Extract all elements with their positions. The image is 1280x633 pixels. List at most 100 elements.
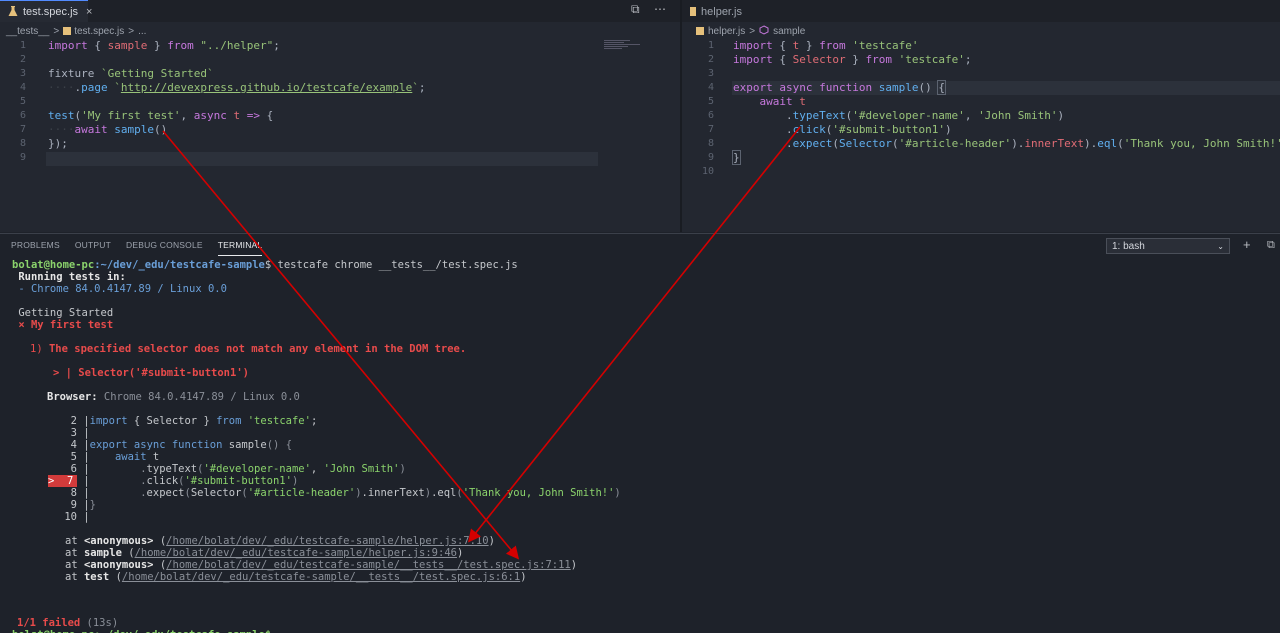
chevron-down-icon: ⌄ (1217, 241, 1224, 251)
code-line-number: 10 (64, 511, 77, 523)
line-number: 6 (19, 110, 26, 121)
line-number: 7 (19, 124, 26, 135)
breadcrumb-folder[interactable]: __tests__ (6, 26, 49, 37)
tab-terminal[interactable]: TERMINAL (217, 234, 263, 256)
tab-debug-console[interactable]: DEBUG CONSOLE (126, 234, 203, 256)
terminal-select[interactable]: 1: bash ⌄ (1106, 238, 1230, 254)
cube-symbol-icon (759, 24, 769, 38)
code-line: fixture `Getting Started` (48, 67, 214, 80)
code-line-number: 6 (70, 463, 77, 475)
stack-link[interactable]: /home/bolat/dev/_edu/testcafe-sample/hel… (166, 535, 488, 547)
error-number: 1) (30, 343, 49, 355)
current-line-highlight (46, 152, 598, 166)
terminal-select-value: 1: bash (1112, 240, 1145, 252)
tab-label: test.spec.js (23, 5, 79, 18)
line-number: 9 (19, 152, 26, 163)
stack-frame: at sample (/home/bolat/dev/_edu/testcafe… (65, 547, 464, 559)
running-label: Running tests in: (12, 271, 126, 283)
code-line: .typeText('#developer-name', 'John Smith… (733, 109, 1065, 122)
split-terminal-icon[interactable]: ⧉ (1267, 239, 1275, 252)
stack-link[interactable]: /home/bolat/dev/_edu/testcafe-sample/hel… (135, 547, 457, 559)
code-line: import { Selector } from 'testcafe'; (733, 53, 972, 66)
code-line: await t (759, 95, 806, 108)
split-editor-icon[interactable]: ⧉ (631, 2, 640, 17)
line-number: 5 (707, 96, 714, 107)
line-number: 4 (707, 82, 714, 93)
left-tab-bar: test.spec.js × ⧉ ⋯ (0, 0, 680, 22)
prompt-user: bolat@home-pc (12, 259, 95, 271)
breadcrumb-symbol[interactable]: ... (138, 26, 146, 37)
breadcrumb-sep: > (128, 25, 135, 37)
code-line-number: 9 (70, 499, 77, 511)
breadcrumb-sep: > (53, 25, 60, 37)
line-number: 2 (707, 54, 714, 65)
right-tab-bar: helper.js (682, 0, 1280, 22)
flask-file-icon (8, 6, 18, 17)
code-line-number: 5 (70, 451, 77, 463)
more-actions-icon[interactable]: ⋯ (654, 2, 666, 16)
browser-value: Chrome 84.0.4147.89 / Linux 0.0 (97, 391, 300, 403)
tab-problems[interactable]: PROBLEMS (11, 234, 60, 256)
add-terminal-icon[interactable]: + (1243, 237, 1251, 252)
line-number: 3 (19, 68, 26, 79)
line-number: 8 (19, 138, 26, 149)
minimap[interactable] (604, 40, 644, 54)
code-line: ····.page `http://devexpress.github.io/t… (48, 81, 426, 94)
code-line: .click('#submit-button1') (733, 123, 952, 136)
line-number: 1 (19, 40, 26, 51)
breadcrumb-file[interactable]: helper.js (708, 26, 745, 37)
stack-frame: at <anonymous> (/home/bolat/dev/_edu/tes… (65, 535, 495, 547)
failed-test: × My first test (12, 319, 114, 331)
code-line: import { t } from 'testcafe' (733, 39, 919, 52)
tab-test-spec-js[interactable]: test.spec.js × (0, 0, 92, 22)
code-line-number: 8 (70, 487, 77, 499)
line-number: 2 (19, 54, 26, 65)
last-prompt: bolat@home-pc:~/dev/_edu/testcafe-sample… (12, 629, 278, 633)
line-number: 10 (701, 166, 714, 177)
tab-helper-js[interactable]: helper.js (682, 0, 750, 22)
breadcrumb: helper.js > sample (696, 24, 809, 38)
browser-label: Browser: (47, 391, 98, 403)
code-line: export async function sample() { (733, 80, 946, 95)
breadcrumb: __tests__ > test.spec.js > ... (6, 24, 150, 38)
code-line-number: 2 (70, 415, 77, 427)
code-line-number: 4 (70, 439, 77, 451)
stack-frame: at <anonymous> (/home/bolat/dev/_edu/tes… (65, 559, 578, 571)
line-number: 3 (707, 68, 714, 79)
prompt-path: :~/dev/_edu/testcafe-sample (94, 259, 265, 271)
bottom-panel: PROBLEMS OUTPUT DEBUG CONSOLE TERMINAL 1… (0, 233, 1280, 633)
breadcrumb-symbol[interactable]: sample (773, 26, 805, 37)
browser-line: - Chrome 84.0.4147.89 / Linux 0.0 (12, 283, 227, 295)
code-line: }); (48, 137, 68, 150)
tab-label: helper.js (701, 5, 742, 18)
js-file-icon (696, 27, 704, 35)
stack-link[interactable]: /home/bolat/dev/_edu/testcafe-sample/__t… (122, 571, 520, 583)
code-line: test('My first test', async t => { (48, 109, 274, 122)
code-line: .expect(Selector('#article-header').inne… (733, 137, 1280, 150)
prompt-command: $ testcafe chrome __tests__/test.spec.js (264, 259, 518, 271)
line-number: 4 (19, 82, 26, 93)
error-line-marker: > 7 (48, 475, 77, 487)
js-file-icon (63, 27, 72, 35)
line-number: 9 (707, 152, 714, 163)
right-editor-group: helper.js helper.js > sample 1 import { t… (682, 0, 1280, 232)
tab-output[interactable]: OUTPUT (75, 234, 111, 256)
code-line-number: 3 (70, 427, 77, 439)
line-number: 6 (707, 110, 714, 121)
close-icon[interactable]: × (86, 6, 92, 18)
fixture-name: Getting Started (12, 307, 114, 319)
panel-tabs: PROBLEMS OUTPUT DEBUG CONSOLE TERMINAL (0, 234, 266, 256)
breadcrumb-file[interactable]: test.spec.js (74, 26, 124, 37)
line-number: 1 (707, 40, 714, 51)
left-editor-group: test.spec.js × ⧉ ⋯ __tests__ > test.spec… (0, 0, 680, 232)
selector-line: > | Selector('#submit-button1') (53, 367, 249, 379)
line-number: 5 (19, 96, 26, 107)
code-line: import { sample } from "../helper"; (48, 39, 280, 52)
summary-time: (13s) (80, 617, 119, 629)
code-line: ····await sample() (48, 123, 168, 136)
breadcrumb-sep: > (749, 25, 756, 37)
stack-link[interactable]: /home/bolat/dev/_edu/testcafe-sample/__t… (166, 559, 571, 571)
line-number: 7 (707, 124, 714, 135)
js-file-icon (690, 7, 697, 16)
stack-frame: at test (/home/bolat/dev/_edu/testcafe-s… (65, 571, 527, 583)
